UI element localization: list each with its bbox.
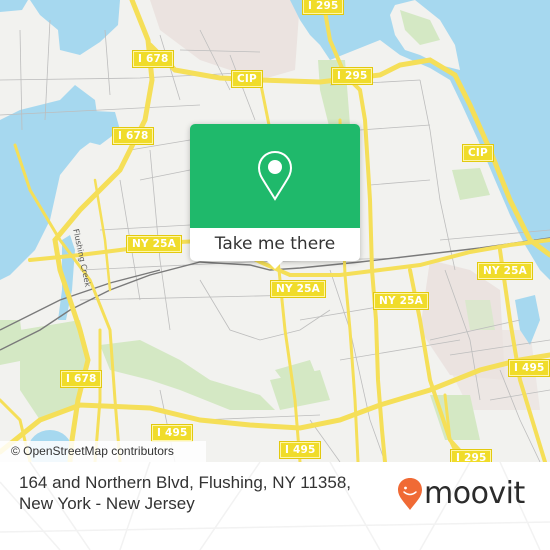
route-shield-ny25a: NY 25A bbox=[373, 292, 429, 310]
park bbox=[100, 340, 275, 410]
park bbox=[465, 300, 495, 330]
route-shield-i295: I 295 bbox=[301, 0, 345, 15]
location-pin-icon bbox=[257, 150, 293, 201]
route-shield-ny25a: NY 25A bbox=[126, 235, 182, 253]
route-shield-cip: CIP bbox=[462, 144, 494, 162]
popup-pointer bbox=[266, 260, 284, 269]
route-shield-i495: I 495 bbox=[507, 359, 550, 377]
route-shield-i295: I 295 bbox=[330, 67, 374, 85]
park bbox=[0, 320, 25, 365]
park bbox=[452, 168, 490, 200]
moovit-wordmark: moovit bbox=[424, 476, 525, 511]
moovit-logo: moovit bbox=[397, 475, 537, 515]
route-shield-i495: I 495 bbox=[278, 441, 322, 459]
map-view[interactable]: Flushing Creek I 678 CIP I 295 I 295 I 6… bbox=[0, 0, 550, 462]
water-body bbox=[0, 0, 28, 12]
map-attribution[interactable]: © OpenStreetMap contributors bbox=[0, 441, 206, 462]
route-shield-ny25a: NY 25A bbox=[270, 280, 326, 298]
location-popup[interactable]: Take me there bbox=[190, 124, 360, 269]
route-shield-i678: I 678 bbox=[111, 127, 155, 145]
pond bbox=[522, 313, 534, 337]
route-shield-i678: I 678 bbox=[131, 50, 175, 68]
route-shield-i495: I 495 bbox=[150, 424, 194, 442]
route-shield-i678: I 678 bbox=[59, 370, 103, 388]
take-me-there-button[interactable]: Take me there bbox=[190, 228, 360, 261]
moovit-pin-icon bbox=[398, 478, 422, 510]
route-shield-ny25a: NY 25A bbox=[477, 262, 533, 280]
popup-header[interactable] bbox=[190, 124, 360, 228]
footer: 164 and Northern Blvd, Flushing, NY 1135… bbox=[0, 462, 550, 550]
address-text: 164 and Northern Blvd, Flushing, NY 1135… bbox=[19, 473, 352, 513]
route-shield-cip: CIP bbox=[231, 70, 263, 88]
route-shield-i295: I 295 bbox=[449, 449, 493, 462]
